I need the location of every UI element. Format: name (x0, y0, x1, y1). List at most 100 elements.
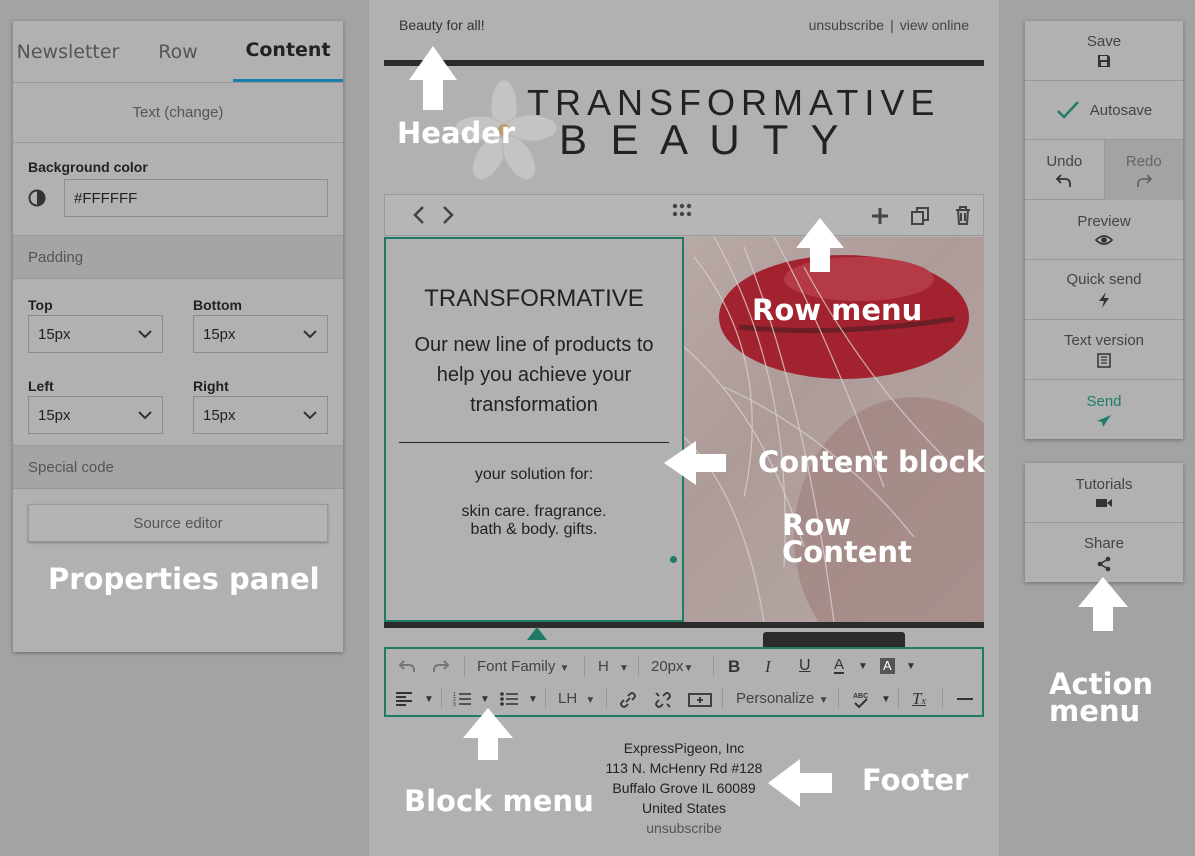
chevron-left-icon[interactable] (412, 205, 426, 225)
padding-bottom-select[interactable]: 15px (193, 315, 328, 353)
unlink-icon[interactable] (654, 691, 672, 709)
save-button[interactable]: Save (1025, 21, 1183, 81)
footer: ExpressPigeon, Inc 113 N. McHenry Rd #12… (569, 738, 799, 838)
quick-send-button[interactable]: Quick send (1025, 260, 1183, 320)
add-icon[interactable] (871, 207, 889, 225)
share-button[interactable]: Share (1025, 523, 1183, 583)
padding-left-select[interactable]: 15px (28, 396, 163, 434)
line-height-label: LH (558, 690, 578, 707)
autosave-label: Autosave (1089, 101, 1153, 119)
toolbar-separator (441, 687, 442, 709)
background-color-icon[interactable]: A (880, 658, 895, 674)
tutorials-button[interactable]: Tutorials (1025, 463, 1183, 523)
arrow-left-icon (664, 441, 726, 485)
link-icon[interactable] (619, 691, 637, 709)
caret-up-icon (527, 627, 547, 640)
preview-button[interactable]: Preview (1025, 200, 1183, 260)
background-color-input[interactable]: #FFFFFF (64, 179, 328, 217)
padding-right-select[interactable]: 15px (193, 396, 328, 434)
document-icon (1097, 352, 1111, 368)
heading-dropdown[interactable]: H ▼ (598, 658, 629, 675)
contrast-icon[interactable] (28, 189, 46, 207)
background-color-caret-icon[interactable]: ▼ (906, 661, 916, 672)
undo-arrow-icon (1056, 173, 1072, 187)
tab-row[interactable]: Row (123, 21, 233, 82)
content-line-1: skin care. fragrance. (461, 503, 607, 520)
eye-icon (1095, 235, 1113, 245)
padding-top-select[interactable]: 15px (28, 315, 163, 353)
chevron-down-icon (303, 329, 317, 338)
resize-handle[interactable] (670, 556, 677, 563)
align-caret-icon[interactable]: ▼ (424, 694, 434, 705)
spellcheck-icon[interactable]: ABC (852, 690, 870, 710)
font-family-label: Font Family (477, 658, 556, 675)
save-label: Save (1086, 33, 1122, 50)
tab-content[interactable]: Content (233, 21, 343, 82)
spellcheck-caret-icon[interactable]: ▼ (881, 694, 891, 705)
content-block[interactable]: TRANSFORMATIVE Our new line of products … (384, 237, 684, 622)
align-left-icon[interactable] (396, 692, 412, 706)
redo-icon[interactable] (432, 659, 450, 673)
properties-panel: Newsletter Row Content Text (change) Bac… (13, 21, 343, 652)
font-family-dropdown[interactable]: Font Family ▼ (477, 658, 569, 675)
special-code-section-header[interactable]: Special code (13, 445, 343, 489)
duplicate-icon[interactable] (910, 206, 930, 226)
unsubscribe-link[interactable]: unsubscribe (809, 17, 885, 33)
line-height-dropdown[interactable]: LH ▼ (558, 690, 595, 707)
bullet-list-icon[interactable] (500, 691, 518, 707)
bullet-list-caret-icon[interactable]: ▼ (528, 694, 538, 705)
trash-icon[interactable] (954, 205, 972, 226)
padding-right-value: 15px (203, 406, 236, 424)
padding-top-value: 15px (38, 325, 71, 343)
source-editor-button[interactable]: Source editor (28, 504, 328, 542)
header-rule (384, 60, 984, 66)
content-heading: TRANSFORMATIVE (424, 285, 644, 312)
tooltip-stub (763, 632, 905, 648)
drag-handle-icon[interactable] (672, 203, 692, 217)
padding-right-label: Right (193, 378, 229, 394)
toolbar-separator (545, 687, 546, 709)
callout-properties-panel: Properties panel (48, 562, 320, 596)
padding-bottom-label: Bottom (193, 297, 242, 313)
heading-label: H (598, 658, 609, 675)
clear-formatting-icon[interactable]: Tx (912, 689, 926, 709)
arrow-up-icon (1078, 577, 1128, 631)
text-color-icon[interactable]: A (834, 657, 845, 674)
text-change-link[interactable]: Text (change) (13, 83, 343, 143)
underline-icon[interactable]: U (799, 657, 811, 675)
panel-tabs: Newsletter Row Content (13, 21, 343, 83)
autosave-toggle[interactable]: Autosave (1025, 81, 1183, 140)
numbered-list-caret-icon[interactable]: ▼ (480, 694, 490, 705)
text-version-button[interactable]: Text version (1025, 320, 1183, 380)
footer-address-2: Buffalo Grove IL 60089 (612, 780, 756, 796)
chevron-right-icon[interactable] (441, 205, 455, 225)
toolbar-separator (898, 687, 899, 709)
redo-label: Redo (1125, 152, 1162, 170)
undo-redo-group: Undo Redo (1025, 140, 1183, 200)
callout-content-block: Content block (758, 445, 986, 479)
callout-action-menu-2: menu (1049, 694, 1141, 728)
horizontal-rule-icon[interactable] (957, 698, 973, 700)
italic-icon[interactable]: I (765, 657, 771, 677)
font-size-label: 20px (651, 658, 684, 675)
numbered-list-icon[interactable]: 123 (453, 691, 471, 707)
redo-button[interactable]: Redo (1104, 140, 1183, 200)
tab-newsletter[interactable]: Newsletter (13, 21, 123, 82)
header-links: unsubscribe | view online (809, 17, 969, 33)
toolbar-separator (722, 687, 723, 709)
undo-button[interactable]: Undo (1025, 140, 1105, 200)
toolbar-separator (713, 655, 714, 677)
undo-icon[interactable] (398, 659, 416, 673)
send-button[interactable]: Send (1025, 380, 1183, 440)
view-online-link[interactable]: view online (900, 17, 969, 33)
bold-icon[interactable]: B (728, 657, 740, 677)
padding-section-header[interactable]: Padding (13, 235, 343, 279)
footer-unsubscribe-link[interactable]: unsubscribe (569, 818, 799, 838)
personalize-dropdown[interactable]: Personalize ▼ (736, 690, 828, 707)
font-size-dropdown[interactable]: 20px▼ (651, 658, 693, 675)
send-label: Send (1086, 392, 1122, 410)
text-color-caret-icon[interactable]: ▼ (858, 661, 868, 672)
insert-button-icon[interactable] (688, 693, 712, 707)
video-camera-icon (1096, 499, 1112, 507)
content-body: Our new line of products to help you ach… (414, 334, 654, 416)
